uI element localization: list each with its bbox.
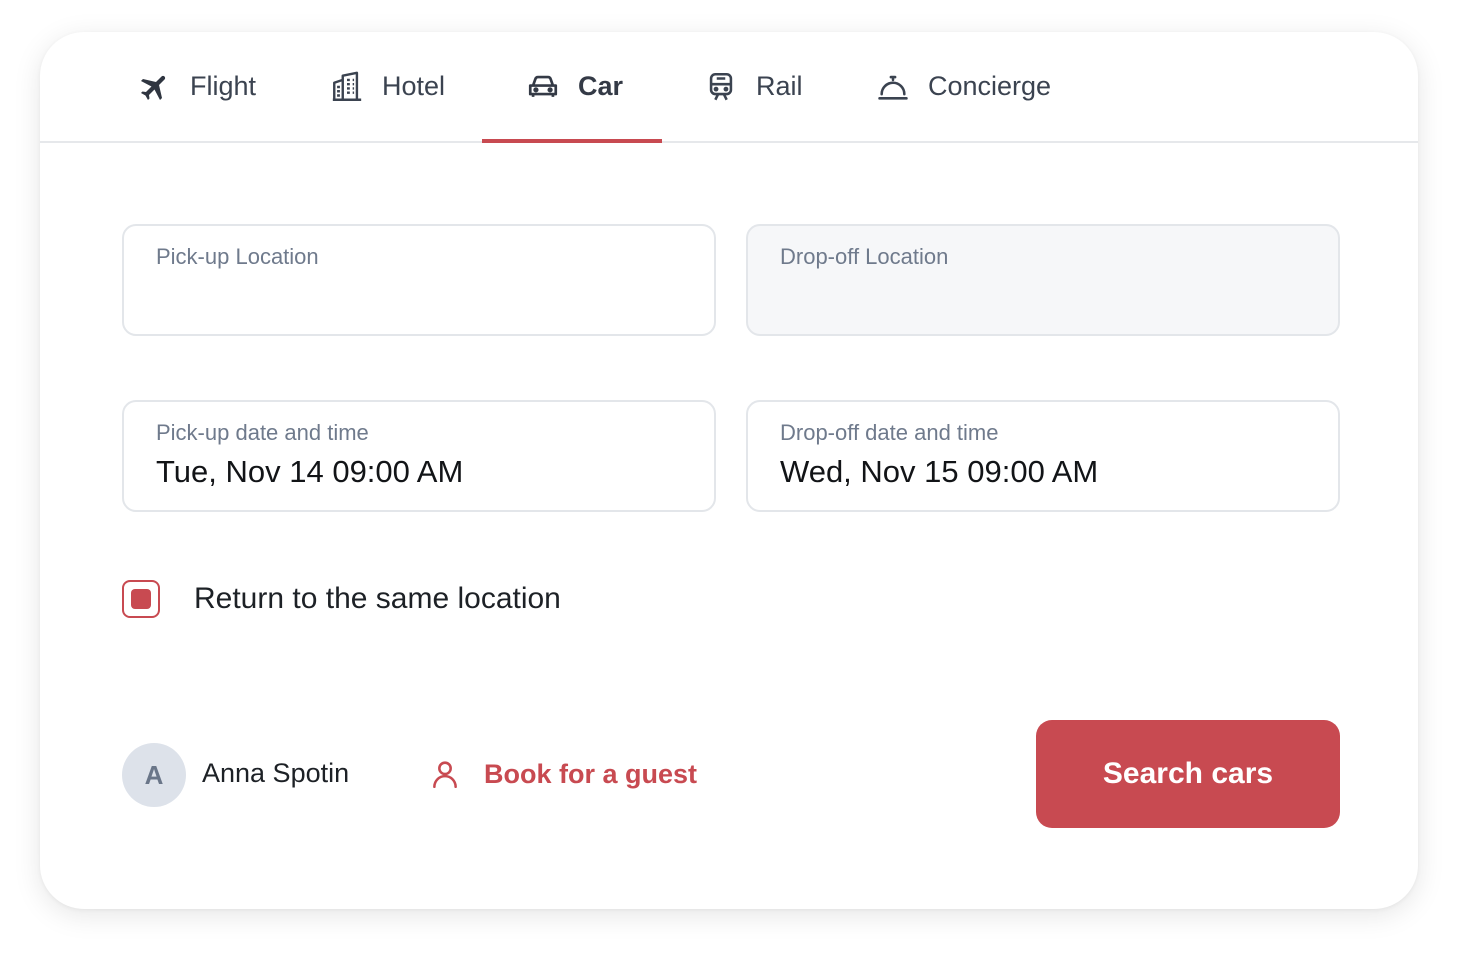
user-name: Anna Spotin <box>202 758 350 788</box>
dropoff-datetime-value: Wed, Nov 15 09:00 AM <box>780 454 1099 489</box>
tab-car-label: Car <box>578 71 624 101</box>
service-bell-icon <box>876 70 910 104</box>
booking-card: Flight Hotel Car Rail Concierge Pick-up … <box>40 32 1418 909</box>
same-location-checkbox[interactable] <box>122 580 160 618</box>
tab-concierge-label: Concierge <box>928 71 1052 101</box>
pickup-location-label: Pick-up Location <box>156 244 319 269</box>
dropoff-location-field[interactable]: Drop-off Location <box>746 224 1340 336</box>
avatar-initial: A <box>144 759 164 790</box>
tab-rail[interactable]: Rail <box>704 32 803 141</box>
tab-concierge[interactable]: Concierge <box>876 32 1051 141</box>
train-icon <box>704 70 738 104</box>
checkbox-checked-mark <box>131 589 151 609</box>
tab-bar: Flight Hotel Car Rail Concierge <box>40 32 1418 143</box>
building-icon <box>330 70 364 104</box>
pickup-location-field[interactable]: Pick-up Location <box>122 224 716 336</box>
car-icon <box>526 70 560 104</box>
pickup-datetime-value: Tue, Nov 14 09:00 AM <box>156 454 464 489</box>
avatar[interactable]: A <box>122 743 186 807</box>
search-cars-button[interactable]: Search cars <box>1036 720 1340 828</box>
user-icon <box>428 757 462 791</box>
dropoff-datetime-label: Drop-off date and time <box>780 420 999 445</box>
dropoff-datetime-field[interactable]: Drop-off date and time Wed, Nov 15 09:00… <box>746 400 1340 512</box>
tab-rail-label: Rail <box>756 71 803 101</box>
same-location-label[interactable]: Return to the same location <box>194 582 561 616</box>
tab-car[interactable]: Car <box>481 32 663 143</box>
pickup-datetime-field[interactable]: Pick-up date and time Tue, Nov 14 09:00 … <box>122 400 716 512</box>
airplane-icon <box>138 70 172 104</box>
tab-flight[interactable]: Flight <box>138 32 256 141</box>
book-for-guest-link[interactable]: Book for a guest <box>428 757 697 791</box>
dropoff-location-label: Drop-off Location <box>780 244 949 269</box>
tab-hotel[interactable]: Hotel <box>330 32 445 141</box>
tab-hotel-label: Hotel <box>382 71 446 101</box>
pickup-datetime-label: Pick-up date and time <box>156 420 369 445</box>
tab-flight-label: Flight <box>190 71 257 101</box>
book-for-guest-label: Book for a guest <box>484 758 698 789</box>
